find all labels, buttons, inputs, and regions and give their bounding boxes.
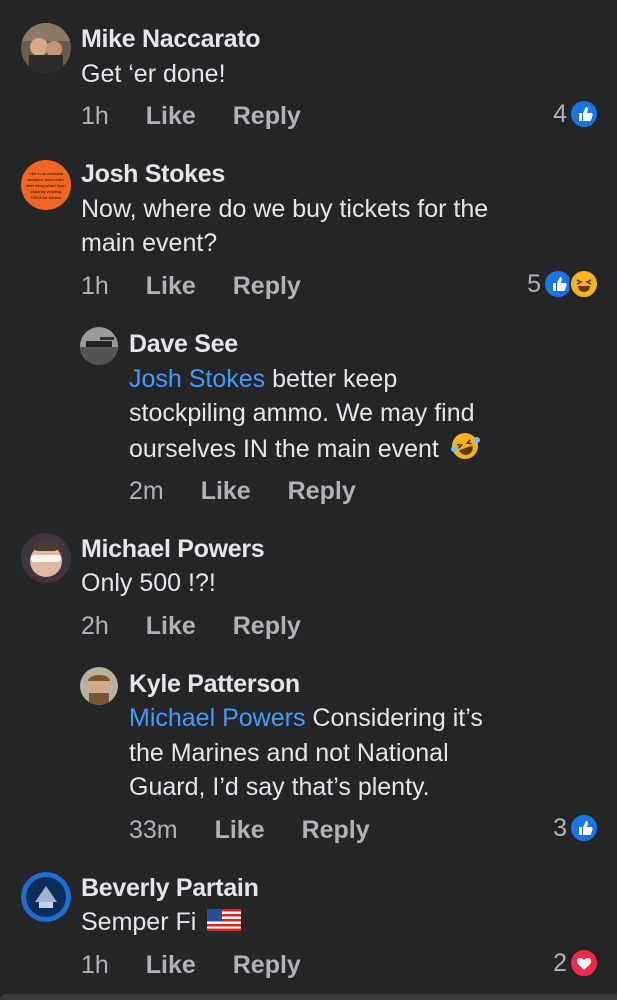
- comment-actions: 2m Like Reply: [129, 477, 386, 506]
- comment-text: better keep: [265, 365, 398, 393]
- comment-composer-edge: [0, 994, 617, 1000]
- commenter-name[interactable]: Kyle Patterson: [129, 670, 300, 699]
- comment-time[interactable]: 2m: [129, 477, 164, 506]
- reply-button[interactable]: Reply: [233, 951, 301, 980]
- comment-actions: 1h Like Reply: [81, 951, 331, 980]
- heart-icon: [569, 948, 599, 978]
- comment-text: Semper Fi: [81, 908, 197, 936]
- commenter-name[interactable]: Dave See: [129, 330, 238, 359]
- svg-text:OSHA for funzies: OSHA for funzies: [31, 195, 62, 200]
- us-flag-icon: [207, 906, 242, 940]
- reaction-count: 3: [553, 813, 567, 842]
- like-button[interactable]: Like: [146, 102, 196, 131]
- comment-text-line: ourselves IN the main event: [129, 431, 480, 470]
- svg-text:accident, know that I: accident, know that I: [28, 177, 64, 182]
- mention-link[interactable]: Michael Powers: [129, 704, 305, 732]
- reaction-count: 2: [553, 948, 567, 977]
- svg-text:died doing what I love:: died doing what I love:: [26, 183, 66, 188]
- comment-text-line: Now, where do we buy tickets for the: [81, 195, 489, 223]
- avatar[interactable]: [80, 667, 118, 705]
- reply-button[interactable]: Reply: [288, 477, 356, 506]
- avatar[interactable]: [21, 23, 71, 73]
- reaction-count: 5: [527, 269, 541, 298]
- comment-actions: 1h Like Reply: [81, 272, 331, 301]
- avatar[interactable]: [21, 872, 71, 922]
- comment-text-line: stockpiling ammo. We may find: [129, 399, 475, 427]
- like-button[interactable]: Like: [215, 816, 265, 845]
- comment-text-line: Michael Powers Considering it’s: [129, 701, 483, 735]
- like-button[interactable]: Like: [201, 477, 251, 506]
- comment-time[interactable]: 1h: [81, 272, 109, 301]
- reaction-summary[interactable]: 2: [553, 948, 599, 978]
- comment-text-line: the Marines and not National: [129, 739, 449, 767]
- comment-actions: 33m Like Reply: [129, 816, 400, 845]
- commenter-name[interactable]: Mike Naccarato: [81, 25, 261, 54]
- comment-time[interactable]: 1h: [81, 951, 109, 980]
- svg-text:blatantly violating: blatantly violating: [31, 189, 62, 194]
- mention-link[interactable]: Josh Stokes: [129, 365, 265, 393]
- avatar[interactable]: [21, 533, 71, 583]
- comment-actions: 1h Like Reply: [81, 102, 331, 131]
- comment-text: Get ‘er done!: [81, 60, 226, 88]
- comment-text-line: Josh Stokes better keep: [129, 362, 397, 396]
- like-button[interactable]: Like: [146, 951, 196, 980]
- thumbs-up-icon: [569, 813, 599, 843]
- reaction-summary[interactable]: 5: [527, 269, 599, 299]
- commenter-name[interactable]: Beverly Partain: [81, 874, 259, 903]
- comment-time[interactable]: 33m: [129, 816, 178, 845]
- laughing-face-icon: [569, 269, 599, 299]
- comment-text-line: Guard, I’d say that’s plenty.: [129, 773, 430, 801]
- commenter-name[interactable]: Josh Stokes: [81, 160, 225, 189]
- like-button[interactable]: Like: [146, 612, 196, 641]
- comment-text: Considering it’s: [305, 704, 483, 732]
- reply-button[interactable]: Reply: [233, 612, 301, 641]
- rolling-laughing-emoji-icon: [450, 431, 480, 470]
- comment-text: Only 500 !?!: [81, 569, 216, 597]
- reply-button[interactable]: Reply: [302, 816, 370, 845]
- comment-text-line: Semper Fi: [81, 905, 242, 940]
- thumbs-up-icon: [569, 99, 599, 129]
- svg-text:I die in an industrial: I die in an industrial: [29, 171, 64, 176]
- comment-time[interactable]: 2h: [81, 612, 109, 641]
- reply-button[interactable]: Reply: [233, 272, 301, 301]
- reply-button[interactable]: Reply: [233, 102, 301, 131]
- reaction-summary[interactable]: 4: [553, 99, 599, 129]
- reaction-count: 4: [553, 99, 567, 128]
- commenter-name[interactable]: Michael Powers: [81, 535, 265, 564]
- comment-actions: 2h Like Reply: [81, 612, 331, 641]
- like-button[interactable]: Like: [146, 272, 196, 301]
- comment-text-line: main event?: [81, 229, 218, 257]
- avatar[interactable]: [80, 327, 118, 365]
- comment-time[interactable]: 1h: [81, 102, 109, 131]
- reaction-summary[interactable]: 3: [553, 813, 599, 843]
- avatar[interactable]: I die in an industrial accident, know th…: [21, 160, 71, 210]
- comment-text: ourselves IN the main event: [129, 435, 439, 464]
